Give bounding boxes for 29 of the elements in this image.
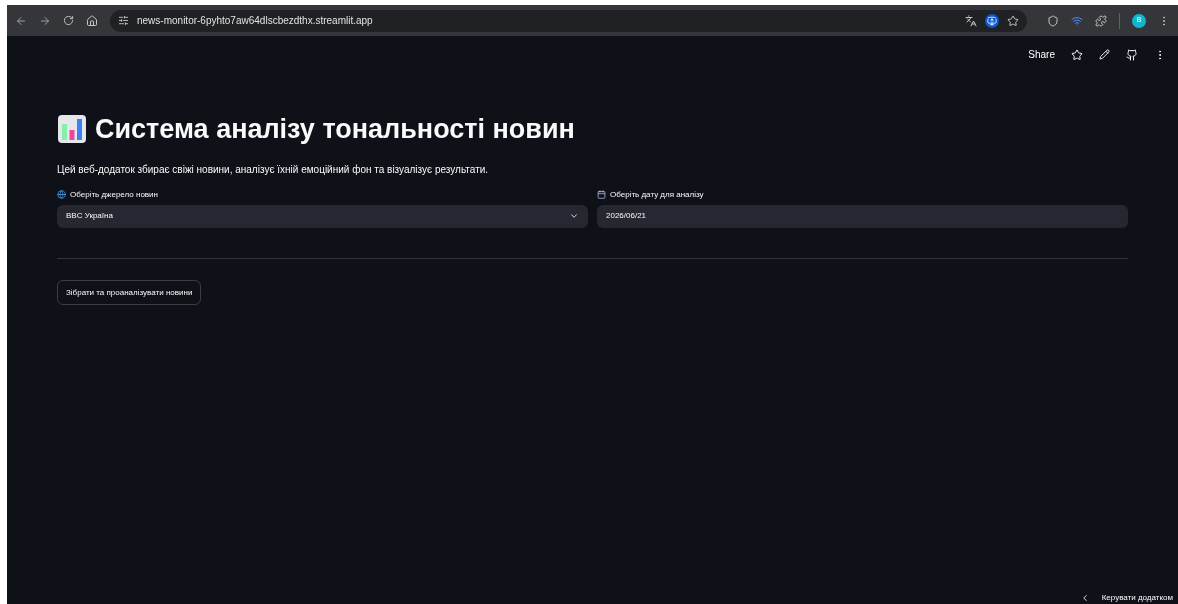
field-label: Оберіть дату для аналізу [610, 188, 704, 201]
share-link[interactable]: Share [1028, 47, 1055, 62]
address-bar[interactable]: news-monitor-6pyhto7aw64dlscbezdthx.streamlit.app [110, 9, 1027, 32]
bookmark-icon[interactable] [1007, 14, 1019, 27]
extensions-icon[interactable] [1095, 14, 1107, 27]
date-field[interactable]: 2026/06/21 [597, 204, 1128, 228]
shield-icon[interactable] [1047, 14, 1059, 27]
bar-chart-icon [57, 114, 87, 145]
url-text: news-monitor-6pyhto7aw64dlscbezdthx.streamlit.app [137, 14, 373, 28]
chevron-down-icon [569, 211, 579, 221]
description-text: Цей веб-додаток збирає свіжі новини, аналізує їхній емоційний фон та візуалізує результати. [57, 162, 490, 177]
signal-icon[interactable] [1071, 14, 1083, 27]
reload-icon[interactable] [63, 15, 74, 26]
source-select[interactable]: BBC Україна [57, 204, 588, 228]
page-title: Система аналізу тональності новин [95, 113, 575, 146]
manage-app-link[interactable]: Керувати додатком [1101, 592, 1173, 604]
edit-icon[interactable] [1099, 49, 1110, 60]
site-settings-icon[interactable] [118, 15, 129, 26]
forward-icon[interactable] [39, 14, 51, 27]
github-icon[interactable] [1126, 48, 1138, 61]
back-icon[interactable] [15, 14, 27, 27]
collect-analyze-button[interactable]: Зібрати та проаналізувати новини [57, 280, 202, 305]
home-icon[interactable] [86, 14, 98, 27]
field-label: Оберіть джерело новин [70, 188, 158, 201]
globe-icon [57, 190, 66, 199]
cast-icon[interactable] [985, 13, 999, 28]
calendar-icon [597, 190, 606, 199]
star-icon[interactable] [1071, 48, 1083, 61]
translate-icon[interactable] [965, 14, 977, 27]
